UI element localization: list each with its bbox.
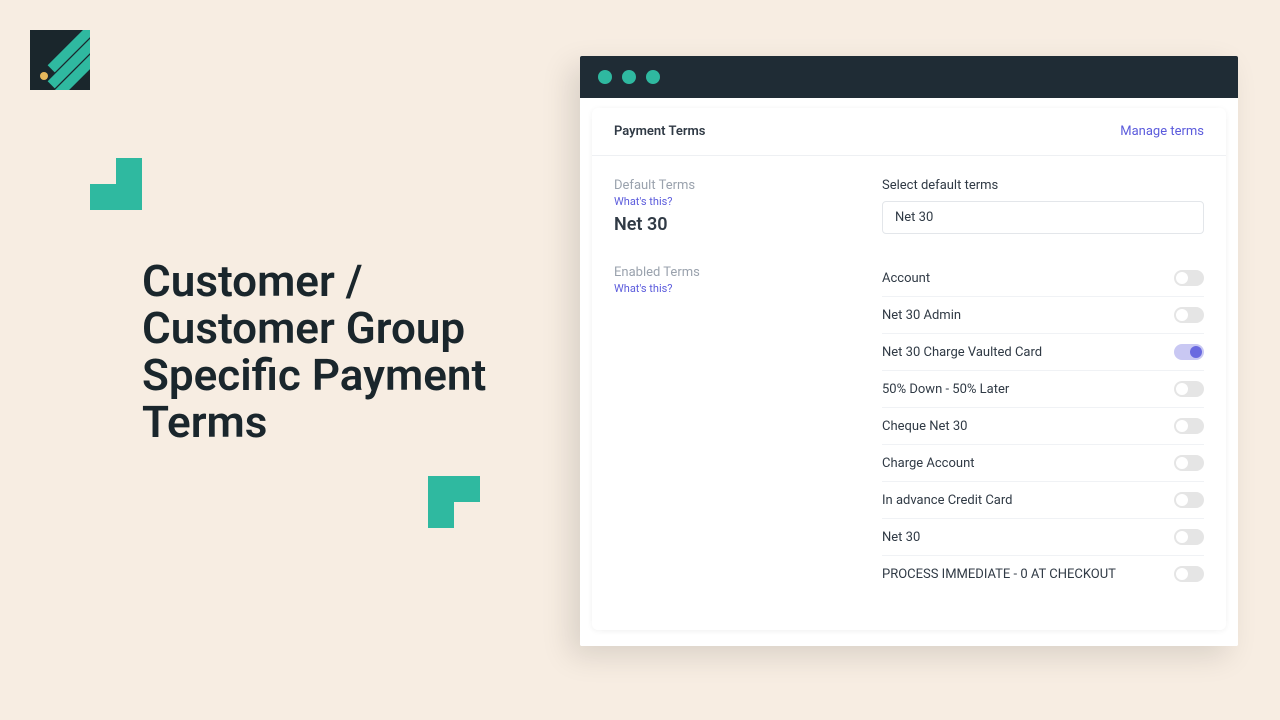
term-row: Net 30 Charge Vaulted Card bbox=[882, 334, 1204, 371]
enabled-terms-whats-this-link[interactable]: What's this? bbox=[614, 282, 854, 295]
term-name: Net 30 Admin bbox=[882, 308, 961, 323]
window-dot-2[interactable] bbox=[622, 70, 636, 84]
window-dot-3[interactable] bbox=[646, 70, 660, 84]
term-row: Charge Account bbox=[882, 445, 1204, 482]
term-toggle[interactable] bbox=[1174, 418, 1204, 434]
term-row: 50% Down - 50% Later bbox=[882, 371, 1204, 408]
term-name: Account bbox=[882, 271, 930, 286]
titlebar bbox=[580, 56, 1238, 98]
term-row: Net 30 Admin bbox=[882, 297, 1204, 334]
app-logo bbox=[30, 30, 90, 90]
term-row: Account bbox=[882, 260, 1204, 297]
term-name: PROCESS IMMEDIATE - 0 AT CHECKOUT bbox=[882, 567, 1116, 582]
term-toggle[interactable] bbox=[1174, 307, 1204, 323]
payment-terms-card: Payment Terms Manage terms Default Terms… bbox=[592, 108, 1226, 630]
term-toggle[interactable] bbox=[1174, 381, 1204, 397]
manage-terms-link[interactable]: Manage terms bbox=[1120, 124, 1204, 139]
term-toggle[interactable] bbox=[1174, 270, 1204, 286]
term-row: Net 30 bbox=[882, 519, 1204, 556]
term-name: In advance Credit Card bbox=[882, 493, 1012, 508]
term-row: PROCESS IMMEDIATE - 0 AT CHECKOUT bbox=[882, 556, 1204, 592]
card-title: Payment Terms bbox=[614, 124, 706, 139]
app-window: Payment Terms Manage terms Default Terms… bbox=[580, 56, 1238, 646]
term-name: Net 30 Charge Vaulted Card bbox=[882, 345, 1042, 360]
enabled-terms-label: Enabled Terms bbox=[614, 265, 854, 280]
term-toggle[interactable] bbox=[1174, 492, 1204, 508]
default-terms-whats-this-link[interactable]: What's this? bbox=[614, 195, 854, 208]
term-toggle[interactable] bbox=[1174, 566, 1204, 582]
term-name: Cheque Net 30 bbox=[882, 419, 967, 434]
hero-title: Customer / Customer Group Specific Payme… bbox=[142, 258, 522, 446]
window-dot-1[interactable] bbox=[598, 70, 612, 84]
term-toggle[interactable] bbox=[1174, 455, 1204, 471]
term-name: 50% Down - 50% Later bbox=[882, 382, 1009, 397]
default-terms-label: Default Terms bbox=[614, 178, 854, 193]
term-toggle[interactable] bbox=[1174, 529, 1204, 545]
select-default-terms-dropdown[interactable]: Net 30 bbox=[882, 201, 1204, 234]
term-name: Charge Account bbox=[882, 456, 975, 471]
enabled-terms-list: Account Net 30 Admin Net 30 Charge Vaulted… bbox=[882, 260, 1204, 592]
decorative-shape-1 bbox=[90, 158, 142, 210]
term-name: Net 30 bbox=[882, 530, 920, 545]
default-terms-value: Net 30 bbox=[614, 214, 854, 235]
select-default-terms-label: Select default terms bbox=[882, 178, 1204, 193]
decorative-shape-2 bbox=[428, 476, 480, 528]
term-toggle[interactable] bbox=[1174, 344, 1204, 360]
term-row: Cheque Net 30 bbox=[882, 408, 1204, 445]
term-row: In advance Credit Card bbox=[882, 482, 1204, 519]
